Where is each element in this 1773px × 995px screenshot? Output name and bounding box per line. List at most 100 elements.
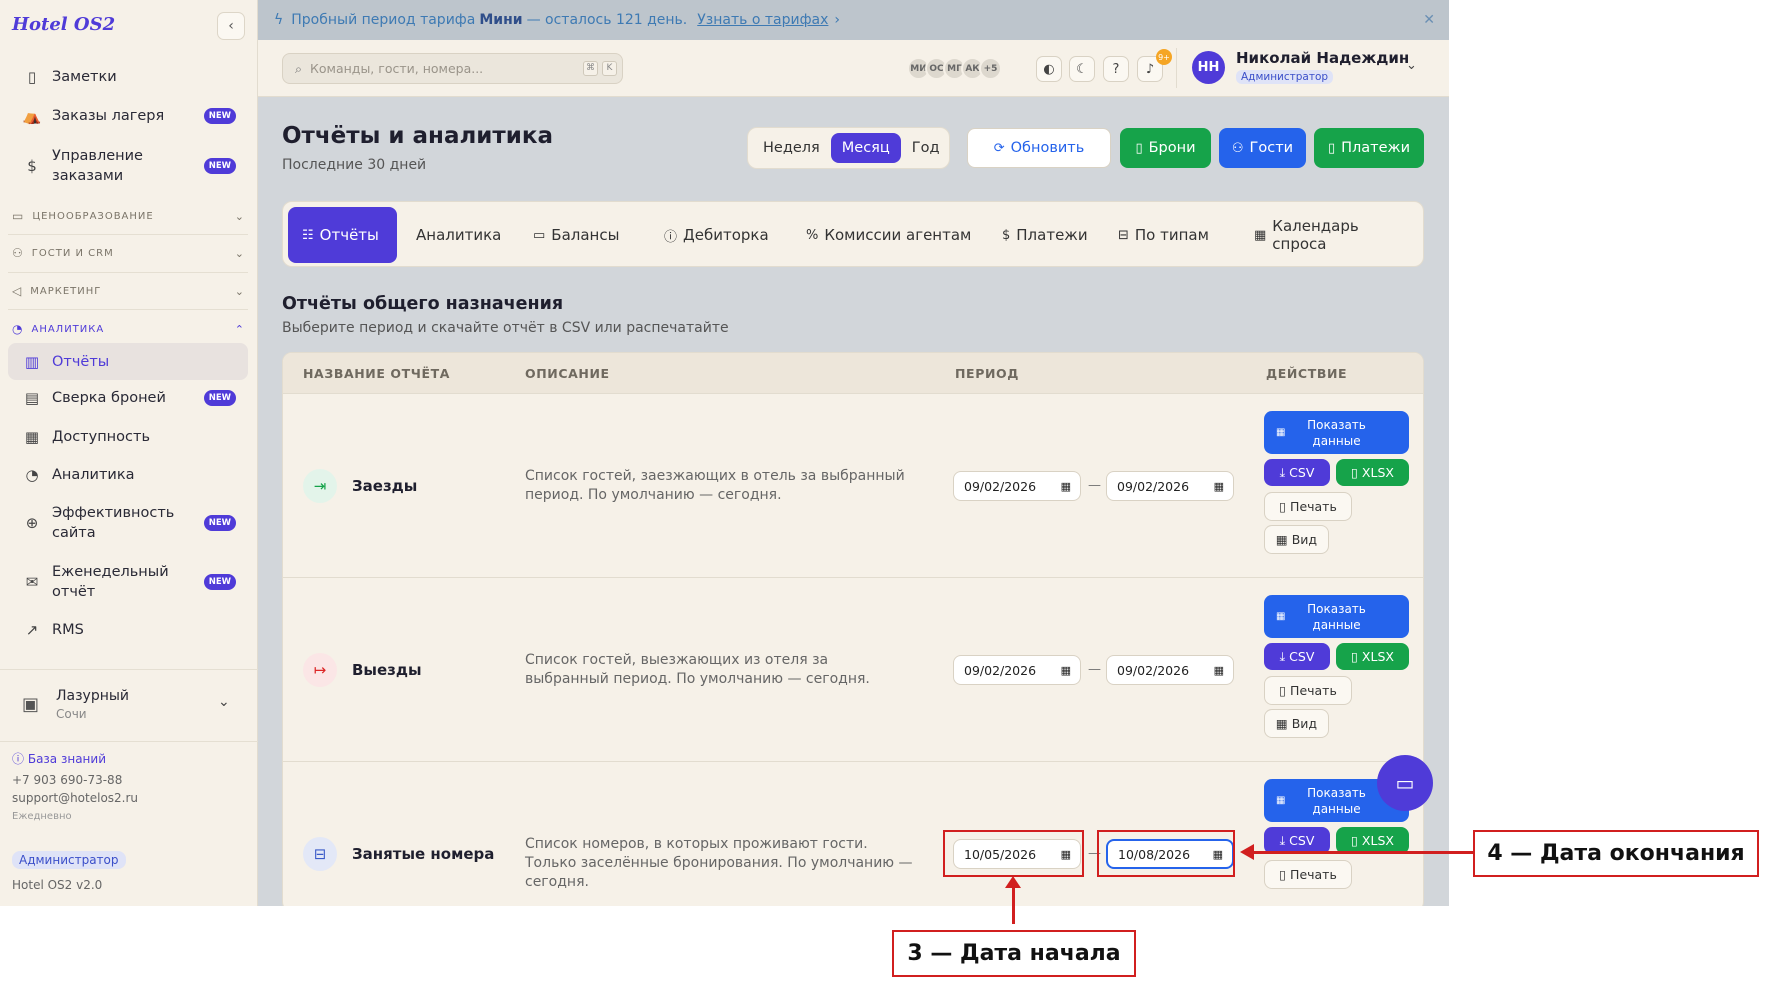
payments-button[interactable]: ▯ Платежи — [1314, 128, 1424, 168]
hotel-selector[interactable]: ▣ Лазурный Сочи ⌄ — [0, 669, 258, 742]
refresh-button[interactable]: ⟳ Обновить — [967, 128, 1111, 168]
divider — [1176, 48, 1177, 88]
period-year[interactable]: Год — [901, 133, 951, 163]
bed-icon: ⊟ — [303, 837, 337, 871]
section-analytics[interactable]: ◔ АНАЛИТИКА ⌃ — [12, 322, 245, 336]
alert-icon: ⓘ — [664, 229, 678, 245]
period-month[interactable]: Месяц — [830, 133, 901, 163]
notification-count: 9+ — [1156, 49, 1172, 65]
csv-button[interactable]: ⤓ CSV — [1264, 643, 1330, 670]
users-icon: ⚇ — [12, 246, 24, 260]
annotation-end-box — [1097, 830, 1235, 877]
section-guests-crm[interactable]: ⚇ ГОСТИ И CRM ⌄ — [12, 246, 245, 260]
show-data-button[interactable]: ▦ Показать данные — [1264, 595, 1409, 638]
report-name: Заезды — [352, 477, 418, 495]
user-avatar[interactable]: НН — [1192, 51, 1225, 84]
dollar-icon: $ — [27, 157, 37, 175]
divider — [8, 234, 248, 235]
section-pricing[interactable]: ▭ ЦЕНООБРАЗОВАНИЕ ⌄ — [12, 209, 245, 223]
sidebar-item-rms[interactable]: ↗ RMS — [8, 620, 248, 640]
header-action: ДЕЙСТВИЕ — [1266, 366, 1348, 381]
user-role-badge: Администратор — [1236, 70, 1334, 84]
table-header — [283, 353, 1423, 394]
tab-by-types[interactable]: ⊟ По типам — [1104, 207, 1223, 263]
user-name[interactable]: Николай Надеждин — [1236, 49, 1409, 67]
view-button[interactable]: ▦ Вид — [1264, 709, 1329, 738]
dollar-icon: $ — [1002, 227, 1011, 243]
xlsx-button[interactable]: ▯ XLSX — [1336, 459, 1409, 486]
new-badge: NEW — [203, 158, 236, 174]
print-button[interactable]: ▯ Печать — [1264, 860, 1352, 889]
tab-payments[interactable]: $ Платежи — [988, 207, 1102, 263]
palette-button[interactable]: ◐ — [1036, 56, 1062, 82]
xlsx-button[interactable]: ▯ XLSX — [1336, 643, 1409, 670]
knowledge-base-link[interactable]: ⓘ База знаний — [12, 750, 106, 767]
tab-analytics[interactable]: Аналитика — [402, 207, 515, 263]
tab-demand-calendar[interactable]: ▦ Календарь спроса — [1240, 207, 1423, 263]
sidebar-item-availability[interactable]: ▦ Доступность — [8, 427, 248, 447]
chevron-down-icon: ⌄ — [234, 284, 245, 298]
tab-balances[interactable]: ▭ Балансы — [519, 207, 633, 263]
divider — [8, 272, 248, 273]
period-week[interactable]: Неделя — [752, 133, 831, 163]
collapse-sidebar-button[interactable]: ‹ — [217, 12, 245, 40]
show-data-button[interactable]: ▦ Показать данные — [1264, 411, 1409, 454]
logout-icon: ↦ — [303, 653, 337, 687]
chat-button[interactable]: ▭ — [1377, 755, 1433, 811]
card-icon: ▭ — [533, 227, 546, 243]
theme-toggle-button[interactable]: ☾ — [1069, 56, 1095, 82]
printer-icon: ▯ — [1279, 867, 1287, 882]
date-from-input[interactable]: 09/02/2026 ▦ — [953, 655, 1081, 685]
sidebar-item-analytics[interactable]: ◔ Аналитика — [8, 465, 248, 485]
calendar-icon: ▦ — [1254, 227, 1267, 243]
sidebar-item-reports[interactable]: ▥ Отчёты — [8, 343, 248, 380]
sidebar-item-booking-reconciliation[interactable]: ▤ Сверка броней NEW — [8, 388, 248, 408]
download-icon: ⤓ — [1279, 832, 1286, 848]
print-button[interactable]: ▯ Печать — [1264, 676, 1352, 705]
document-icon: ▯ — [1351, 833, 1358, 848]
new-badge: NEW — [203, 108, 236, 124]
close-icon[interactable]: ✕ — [1423, 12, 1435, 28]
calendar-icon: ▦ — [1213, 479, 1224, 493]
date-to-input[interactable]: 09/02/2026 ▦ — [1106, 471, 1234, 501]
chevron-right-icon: › — [834, 12, 841, 28]
login-icon: ⇥ — [303, 469, 337, 503]
guests-button[interactable]: ⚇ Гости — [1219, 128, 1306, 168]
sidebar-item-weekly-report[interactable]: ✉ Еженедельный отчёт NEW — [8, 562, 248, 602]
tab-agent-commissions[interactable]: % Комиссии агентам — [792, 207, 985, 263]
chevron-down-icon: ⌄ — [218, 694, 230, 710]
date-to-input[interactable]: 09/02/2026 ▦ — [1106, 655, 1234, 685]
sidebar: Hotel OS2 ‹ ▯ Заметки ⛺ Заказы лагеря NE… — [0, 0, 258, 906]
support-phone: +7 903 690-73-88 — [12, 773, 123, 787]
search-icon: ⌕ — [295, 60, 303, 76]
chevron-down-icon[interactable]: ⌄ — [1406, 58, 1417, 73]
page-title: Отчёты и аналитика — [282, 123, 554, 149]
csv-button[interactable]: ⤓ CSV — [1264, 459, 1330, 486]
tab-reports[interactable]: ☷ Отчёты — [288, 207, 397, 263]
grid-icon: ▦ — [1275, 716, 1288, 731]
sidebar-item-site-efficiency[interactable]: ⊕ Эффективность сайта NEW — [8, 503, 248, 543]
grid-icon: ▦ — [1276, 610, 1286, 622]
hotel-name: Лазурный — [56, 688, 130, 704]
print-button[interactable]: ▯ Печать — [1264, 492, 1352, 521]
csv-button[interactable]: ⤓ CSV — [1264, 827, 1330, 854]
grid-icon: ▦ — [24, 428, 40, 446]
sidebar-item-notes[interactable]: ▯ Заметки — [8, 67, 248, 87]
percent-icon: % — [806, 227, 819, 243]
online-users[interactable]: МИ ОС МГ АК +5 — [907, 57, 1002, 80]
pie-icon: ◔ — [25, 466, 39, 484]
view-button[interactable]: ▦ Вид — [1264, 525, 1329, 554]
palette-icon: ◐ — [1043, 61, 1055, 77]
sidebar-item-camp-orders[interactable]: ⛺ Заказы лагеря NEW — [8, 106, 248, 126]
date-from-input[interactable]: 09/02/2026 ▦ — [953, 471, 1081, 501]
search-input[interactable]: ⌕ Команды, гости, номера... ⌘ K — [282, 53, 623, 84]
tariffs-link[interactable]: Узнать о тарифах — [697, 12, 828, 28]
tab-receivables[interactable]: ⓘ Дебиторка — [650, 207, 783, 263]
help-button[interactable]: ? — [1103, 56, 1129, 82]
sidebar-item-order-management[interactable]: $ Управление заказами NEW — [8, 146, 248, 186]
bookings-button[interactable]: ▯ Брони — [1120, 128, 1211, 168]
annotation-start-arrow — [1012, 882, 1015, 924]
annotation-start-label: 3 — Дата начала — [892, 930, 1136, 977]
xlsx-button[interactable]: ▯ XLSX — [1336, 827, 1409, 854]
section-marketing[interactable]: ◁ МАРКЕТИНГ ⌄ — [12, 284, 245, 298]
